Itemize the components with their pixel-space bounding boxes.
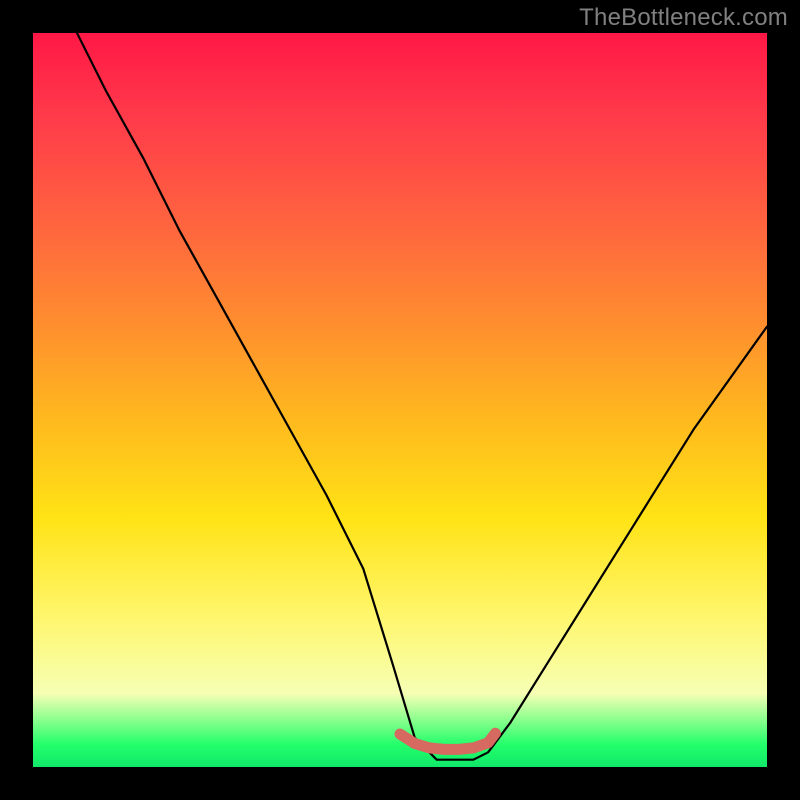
plot-area	[33, 33, 767, 767]
bottleneck-curve	[77, 33, 767, 760]
watermark-text: TheBottleneck.com	[579, 4, 788, 32]
chart-frame: TheBottleneck.com	[0, 0, 800, 800]
curve-svg	[33, 33, 767, 767]
